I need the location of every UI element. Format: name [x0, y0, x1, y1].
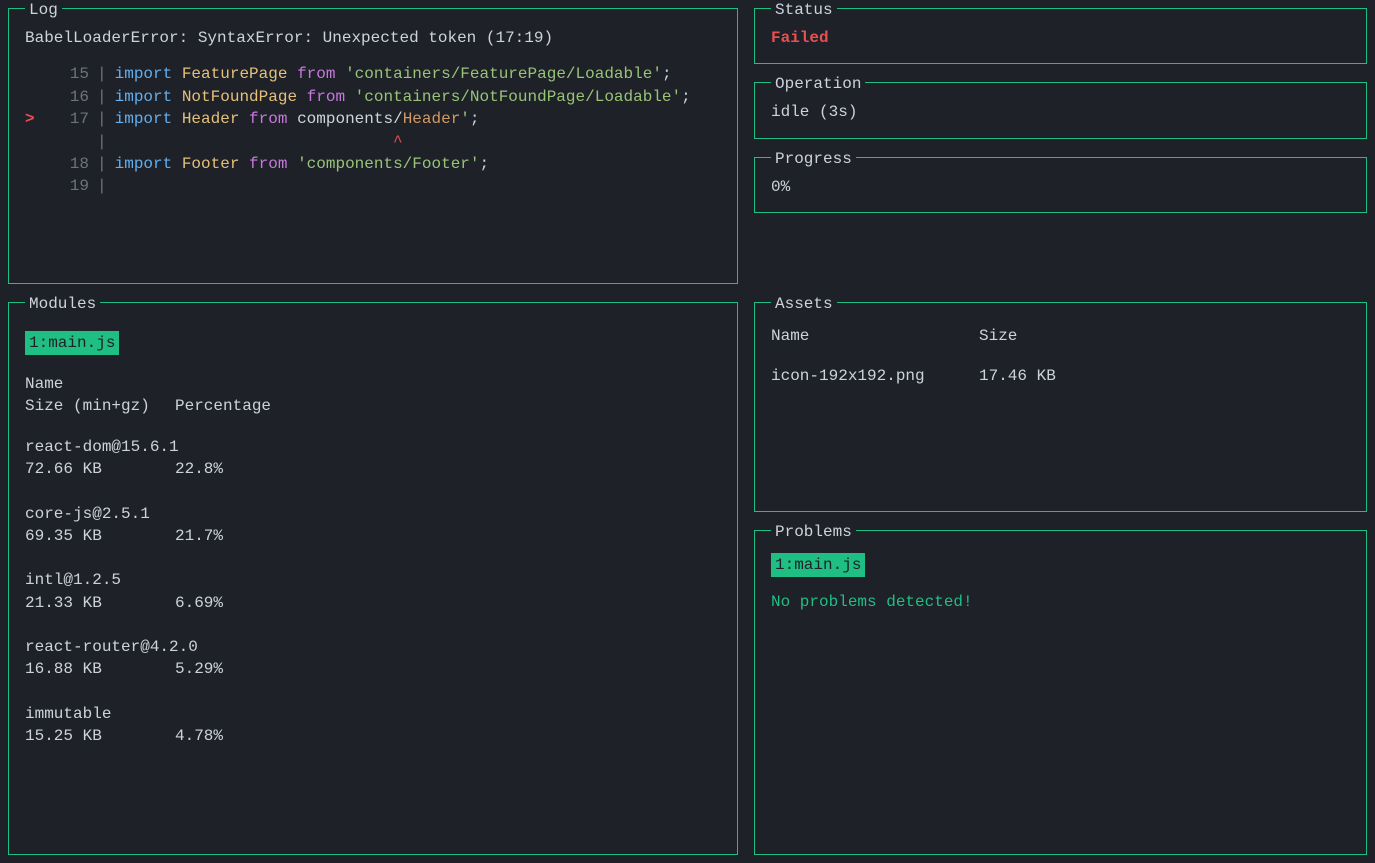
assets-header-size: Size	[979, 325, 1017, 347]
modules-panel: Modules 1:main.js Name Size (min+gz) Per…	[8, 302, 738, 855]
asset-row: icon-192x192.png17.46 KB	[771, 365, 1350, 387]
code-content: import Header from components/Header';	[115, 108, 480, 130]
progress-panel-title: Progress	[771, 148, 856, 170]
caret-icon: ^	[115, 131, 403, 153]
module-percentage: 4.78%	[175, 725, 223, 747]
gutter-separator: |	[97, 63, 107, 85]
code-line: 16 | import NotFoundPage from 'containers/…	[25, 86, 721, 108]
problems-message: No problems detected!	[771, 591, 1350, 613]
modules-chip[interactable]: 1:main.js	[25, 331, 119, 355]
log-error-message: BabelLoaderError: SyntaxError: Unexpecte…	[25, 27, 721, 49]
module-size: 15.25 KB	[25, 725, 175, 747]
module-name: intl@1.2.5	[25, 569, 721, 591]
assets-header-name: Name	[771, 325, 979, 347]
problems-panel-title: Problems	[771, 521, 856, 543]
problems-panel: Problems 1:main.js No problems detected!	[754, 530, 1367, 855]
module-percentage: 21.7%	[175, 525, 223, 547]
gutter-separator: |	[97, 153, 107, 175]
code-line: 18 | import Footer from 'components/Footer…	[25, 153, 721, 175]
code-line: 15 | import FeaturePage from 'containers/F…	[25, 63, 721, 85]
operation-value: idle (3s)	[771, 101, 1350, 123]
module-size: 21.33 KB	[25, 592, 175, 614]
module-row: react-dom@15.6.172.66 KB22.8%	[25, 436, 721, 481]
log-panel: Log BabelLoaderError: SyntaxError: Unexp…	[8, 8, 738, 284]
module-row: react-router@4.2.016.88 KB5.29%	[25, 636, 721, 681]
module-size: 72.66 KB	[25, 458, 175, 480]
module-size: 16.88 KB	[25, 658, 175, 680]
asset-name: icon-192x192.png	[771, 365, 979, 387]
module-row: core-js@2.5.169.35 KB21.7%	[25, 503, 721, 548]
code-block: 15 | import FeaturePage from 'containers/F…	[25, 63, 721, 197]
log-panel-title: Log	[25, 0, 62, 21]
assets-panel-title: Assets	[771, 293, 837, 315]
progress-value: 0%	[771, 176, 1350, 198]
line-number: 17	[45, 108, 89, 130]
status-value: Failed	[771, 27, 1350, 49]
modules-panel-title: Modules	[25, 293, 100, 315]
caret-line: | ^	[25, 131, 721, 153]
module-name: immutable	[25, 703, 721, 725]
status-panel: Status Failed	[754, 8, 1367, 64]
operation-panel-title: Operation	[771, 73, 865, 95]
code-content: import FeaturePage from 'containers/Feat…	[115, 63, 672, 85]
code-content: import NotFoundPage from 'containers/Not…	[115, 86, 691, 108]
module-row: intl@1.2.521.33 KB6.69%	[25, 569, 721, 614]
module-percentage: 22.8%	[175, 458, 223, 480]
code-line: >17 | import Header from components/Header…	[25, 108, 721, 130]
operation-panel: Operation idle (3s)	[754, 82, 1367, 138]
progress-panel: Progress 0%	[754, 157, 1367, 213]
error-marker-icon: >	[25, 108, 45, 130]
modules-header-name: Name	[25, 373, 721, 395]
line-number: 16	[45, 86, 89, 108]
module-name: react-router@4.2.0	[25, 636, 721, 658]
modules-header-size: Size (min+gz)	[25, 395, 175, 417]
module-percentage: 5.29%	[175, 658, 223, 680]
line-number: 18	[45, 153, 89, 175]
gutter-separator: |	[97, 175, 107, 197]
module-row: immutable15.25 KB4.78%	[25, 703, 721, 748]
gutter-separator: |	[97, 86, 107, 108]
module-size: 69.35 KB	[25, 525, 175, 547]
module-name: react-dom@15.6.1	[25, 436, 721, 458]
module-percentage: 6.69%	[175, 592, 223, 614]
problems-chip[interactable]: 1:main.js	[771, 553, 865, 577]
gutter-separator: |	[97, 108, 107, 130]
line-number: 15	[45, 63, 89, 85]
assets-panel: Assets Name Size icon-192x192.png17.46 K…	[754, 302, 1367, 512]
code-content: import Footer from 'components/Footer';	[115, 153, 490, 175]
modules-header-pct: Percentage	[175, 395, 271, 417]
module-name: core-js@2.5.1	[25, 503, 721, 525]
line-number: 19	[45, 175, 89, 197]
status-panel-title: Status	[771, 0, 837, 21]
asset-size: 17.46 KB	[979, 365, 1056, 387]
code-line: 19 |	[25, 175, 721, 197]
